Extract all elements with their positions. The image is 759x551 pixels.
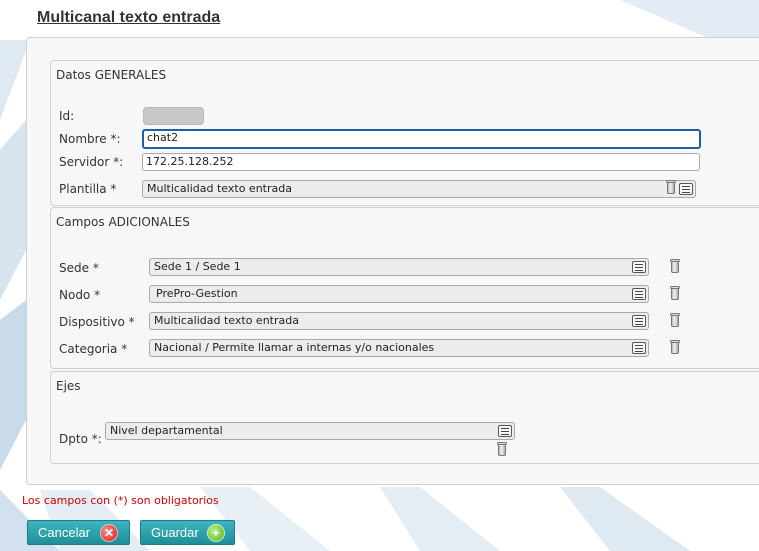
trash-icon[interactable]: [669, 340, 681, 354]
plantilla-value: Multicalidad texto entrada: [147, 182, 292, 195]
servidor-label: Servidor *:: [59, 155, 124, 169]
cancel-button-label: Cancelar: [38, 525, 91, 540]
fieldset-ejes: Ejes Dpto *: Nivel departamental: [50, 371, 759, 464]
trash-icon[interactable]: [669, 259, 681, 273]
fieldset-adicionales-legend: Campos ADICIONALES: [56, 215, 190, 229]
required-fields-note: Los campos con (*) son obligatorios: [22, 494, 219, 507]
dispositivo-value: Multicalidad texto entrada: [154, 314, 299, 327]
nombre-label: Nombre *:: [59, 132, 121, 146]
list-icon[interactable]: [632, 315, 646, 327]
cancel-button[interactable]: Cancelar ✕: [27, 520, 130, 545]
dpto-select[interactable]: Nivel departamental: [105, 422, 515, 440]
categoria-value: Nacional / Permite llamar a internas y/o…: [154, 341, 435, 354]
fieldset-ejes-legend: Ejes: [56, 379, 81, 393]
fieldset-general: Datos GENERALES Id: Nombre *: chat2 Serv…: [50, 60, 759, 206]
add-circle-icon: +: [208, 525, 224, 541]
fieldset-general-legend: Datos GENERALES: [56, 68, 167, 82]
trash-icon[interactable]: [665, 180, 677, 194]
categoria-select[interactable]: Nacional / Permite llamar a internas y/o…: [149, 339, 649, 357]
nodo-value: PrePro-Gestion: [156, 287, 238, 300]
trash-icon[interactable]: [669, 313, 681, 327]
nodo-select[interactable]: PrePro-Gestion: [149, 285, 649, 303]
dispositivo-select[interactable]: Multicalidad texto entrada: [149, 312, 649, 330]
servidor-input[interactable]: 172.25.128.252: [142, 153, 700, 171]
categoria-label: Categoria *: [59, 342, 128, 356]
nodo-label: Nodo *: [59, 288, 101, 302]
sede-select[interactable]: Sede 1 / Sede 1: [149, 258, 649, 276]
list-icon[interactable]: [632, 342, 646, 354]
fieldset-adicionales: Campos ADICIONALES Sede * Sede 1 / Sede …: [50, 207, 759, 369]
trash-icon[interactable]: [496, 442, 508, 456]
nombre-input[interactable]: chat2: [142, 129, 701, 149]
id-field: [143, 107, 204, 125]
save-button[interactable]: Guardar +: [140, 520, 235, 545]
trash-icon[interactable]: [669, 286, 681, 300]
dpto-value: Nivel departamental: [110, 424, 223, 437]
id-label: Id:: [59, 109, 75, 123]
plantilla-select[interactable]: Multicalidad texto entrada: [142, 180, 696, 198]
cancel-circle-icon: ✕: [101, 525, 117, 541]
list-icon[interactable]: [498, 425, 512, 437]
plantilla-label: Plantilla *: [59, 182, 117, 196]
sede-value: Sede 1 / Sede 1: [154, 260, 241, 273]
page-title: Multicanal texto entrada: [37, 9, 221, 26]
list-icon[interactable]: [679, 183, 693, 195]
dpto-label: Dpto *:: [59, 432, 102, 446]
dispositivo-label: Dispositivo *: [59, 315, 135, 329]
list-icon[interactable]: [632, 288, 646, 300]
sede-label: Sede *: [59, 261, 99, 275]
list-icon[interactable]: [632, 261, 646, 273]
save-button-label: Guardar: [151, 525, 199, 540]
